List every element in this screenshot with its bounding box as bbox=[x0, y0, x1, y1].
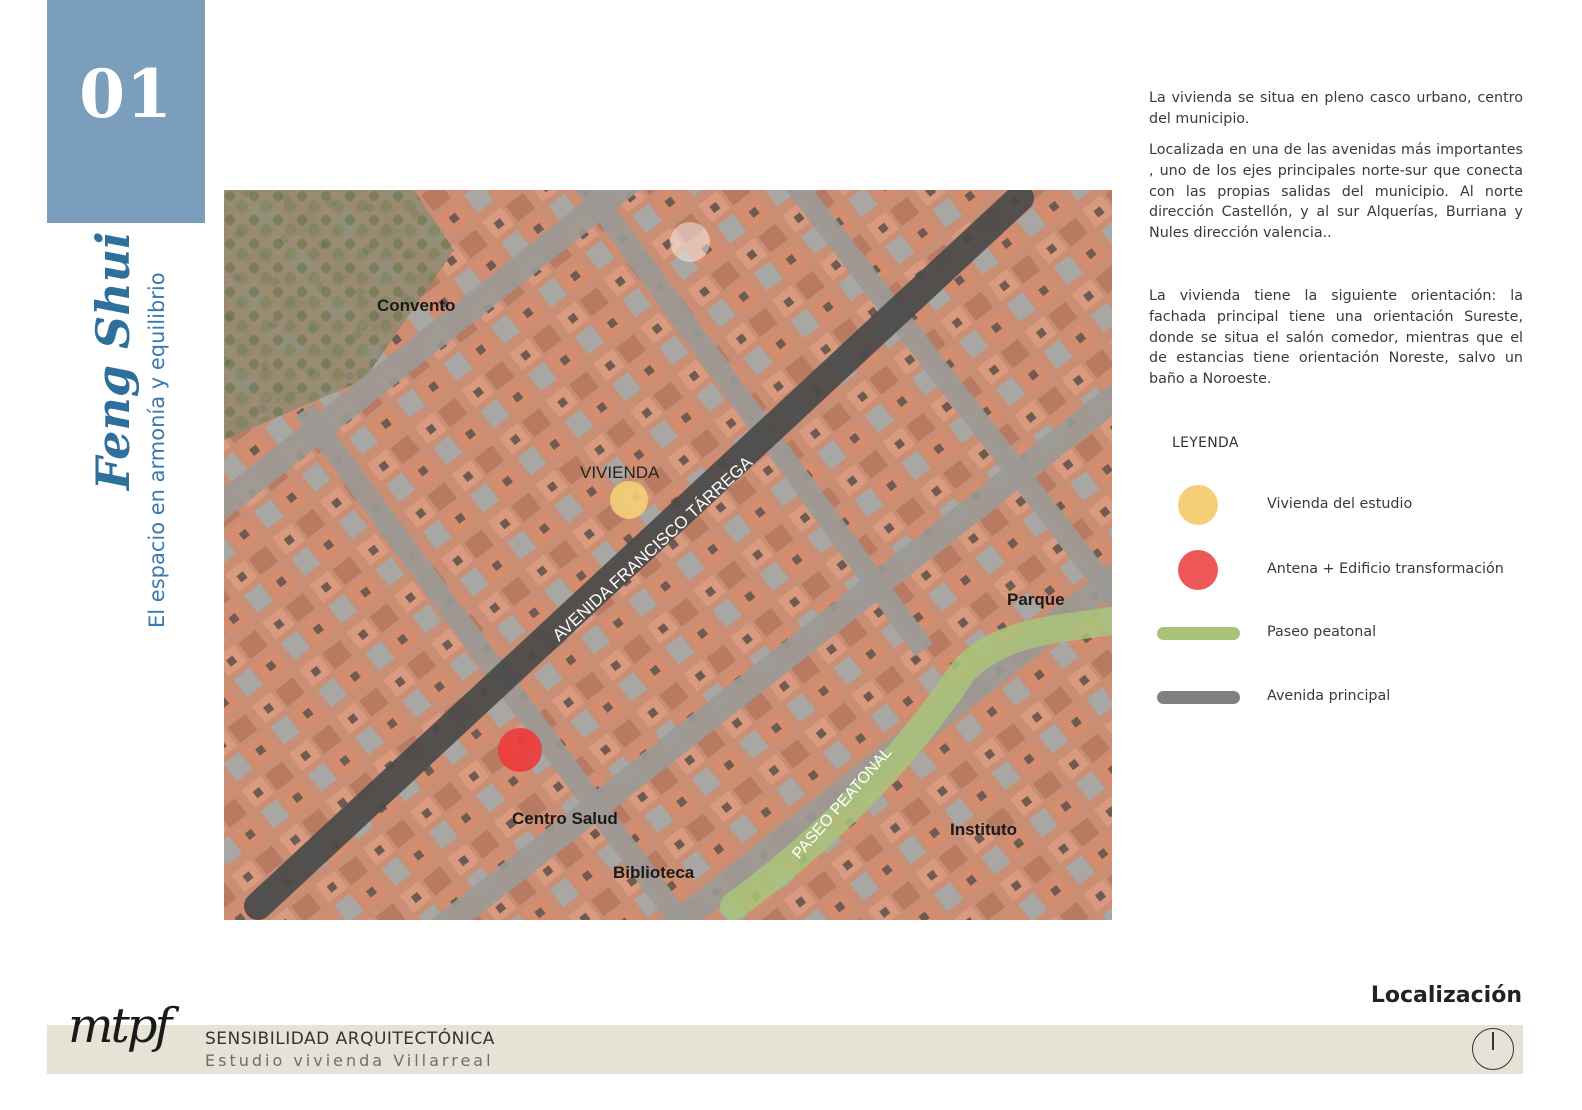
aerial-map: Convento VIVIENDA AVENIDA FRANCISCO TÁRR… bbox=[224, 190, 1112, 920]
logo: mtpf bbox=[68, 998, 172, 1054]
legend-label: Antena + Edificio transformación bbox=[1267, 561, 1504, 577]
page-title: Feng Shui bbox=[86, 231, 140, 490]
legend-item-antena: Antena + Edificio transformación bbox=[1155, 549, 1535, 591]
map-label-instituto: Instituto bbox=[950, 820, 1017, 839]
footer-title: SENSIBILIDAD ARQUITECTÓNICA bbox=[205, 1029, 495, 1049]
description-paragraph-2: Localizada en una de las avenidas más im… bbox=[1149, 142, 1523, 242]
map-label-convento: Convento bbox=[377, 296, 455, 315]
map-label-centro-salud: Centro Salud bbox=[512, 809, 618, 828]
legend-title: LEYENDA bbox=[1172, 435, 1239, 451]
map-label-parque: Parque bbox=[1007, 590, 1065, 609]
legend-item-avenida: Avenida principal bbox=[1155, 676, 1535, 718]
description-paragraph-3: La vivienda tiene la siguiente orientaci… bbox=[1149, 288, 1523, 388]
yellow-dot-icon bbox=[1178, 485, 1218, 525]
red-dot-icon bbox=[1178, 550, 1218, 590]
green-bar-icon bbox=[1157, 627, 1240, 640]
map-label-biblioteca: Biblioteca bbox=[613, 863, 695, 882]
description-paragraph-1: La vivienda se situa en pleno casco urba… bbox=[1149, 90, 1523, 127]
grey-bar-icon bbox=[1157, 691, 1240, 704]
legend-item-vivienda: Vivienda del estudio bbox=[1155, 484, 1535, 526]
section-label: Localización bbox=[1370, 983, 1522, 1008]
section-number: 01 bbox=[79, 55, 173, 133]
section-number-box: 01 bbox=[47, 0, 205, 223]
legend-label: Vivienda del estudio bbox=[1267, 496, 1413, 512]
faint-marker bbox=[670, 222, 710, 262]
map-label-vivienda: VIVIENDA bbox=[580, 463, 660, 482]
compass-icon bbox=[1472, 1028, 1514, 1070]
legend-label: Paseo peatonal bbox=[1267, 624, 1377, 640]
page-subtitle: El espacio en armonía y equilibrio bbox=[145, 272, 169, 628]
footer-subtitle: Estudio vivienda Villarreal bbox=[205, 1051, 494, 1070]
legend-label: Avenida principal bbox=[1267, 688, 1391, 704]
compass-needle bbox=[1492, 1032, 1494, 1050]
vivienda-marker bbox=[610, 481, 648, 519]
legend-item-paseo: Paseo peatonal bbox=[1155, 612, 1535, 654]
antena-marker bbox=[498, 728, 542, 772]
